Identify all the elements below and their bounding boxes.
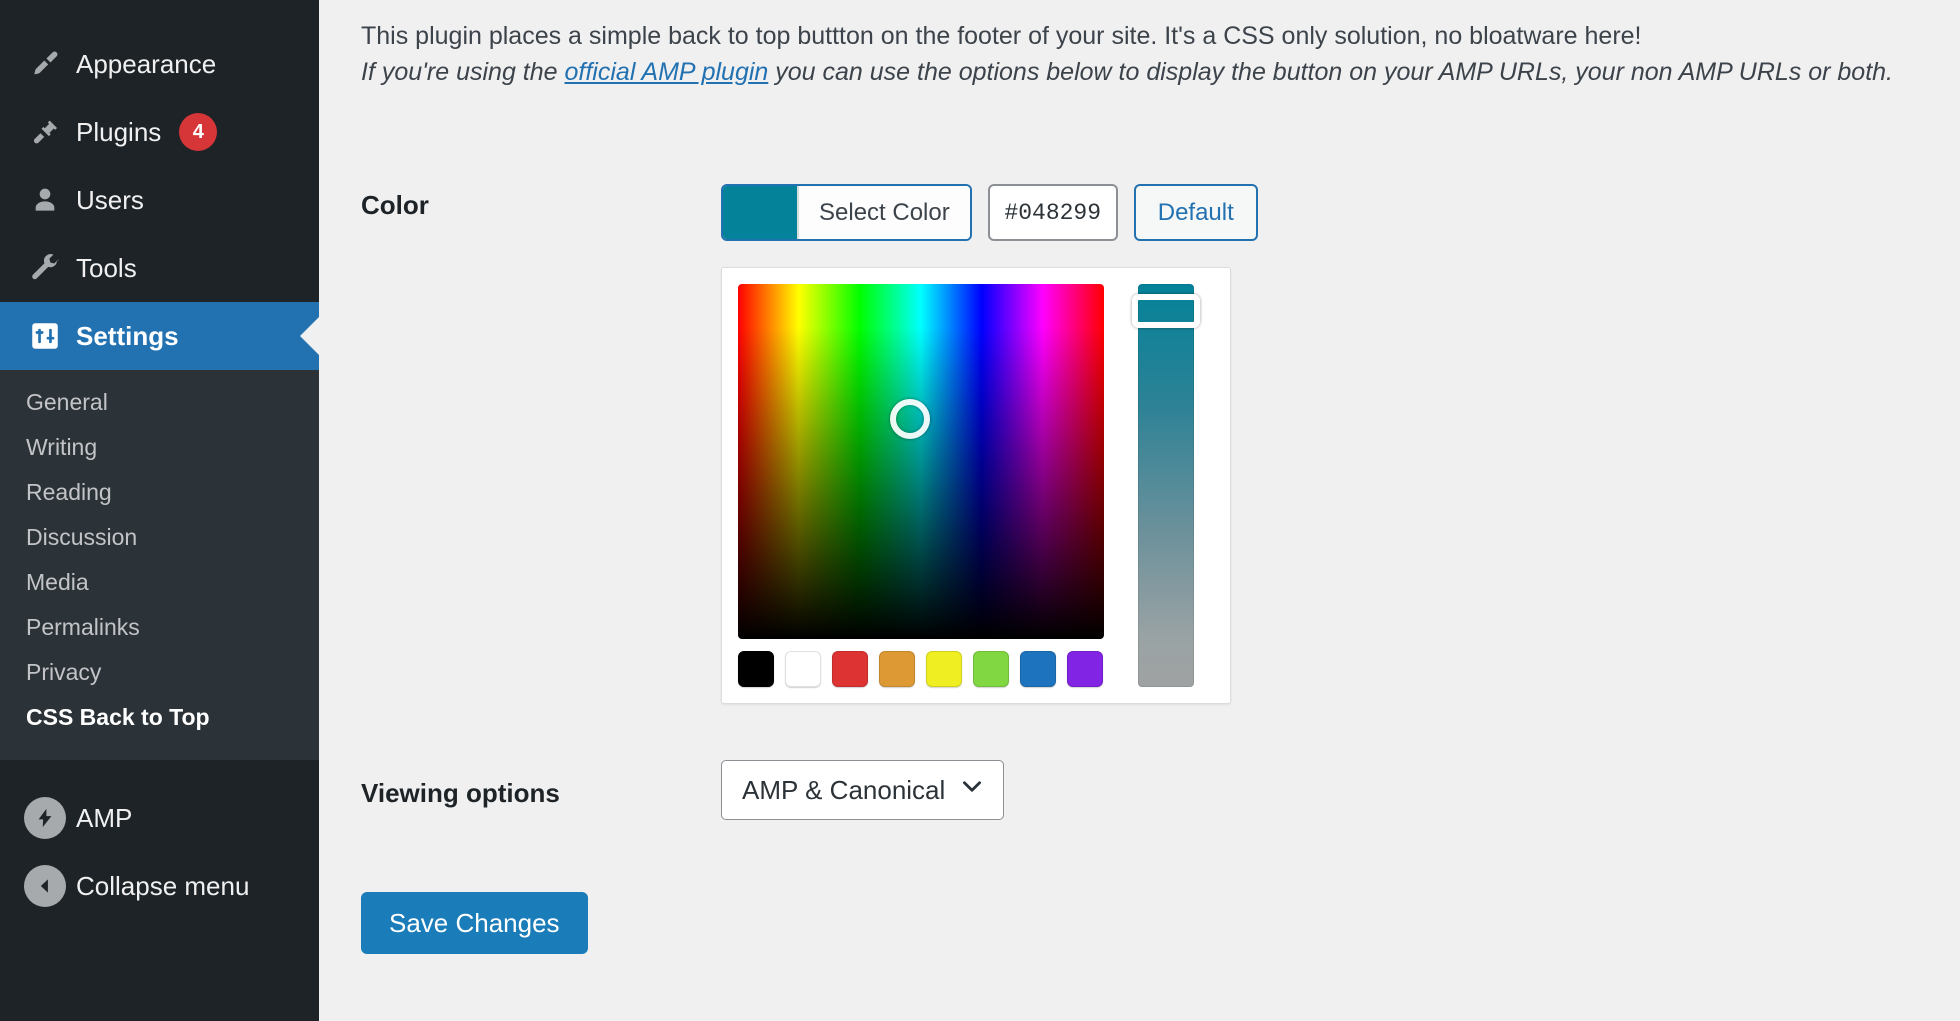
color-palette-swatches [738, 651, 1104, 687]
select-color-label: Select Color [797, 186, 970, 239]
palette-swatch-green[interactable] [973, 651, 1009, 687]
alpha-slider-handle[interactable] [1132, 294, 1200, 328]
sidebar-item-label: Plugins [76, 117, 161, 148]
active-menu-arrow [300, 316, 320, 356]
viewing-options-selected-value: AMP & Canonical [742, 775, 945, 806]
sidebar-item-label: Appearance [76, 49, 216, 80]
description-line-1: This plugin places a simple back to top … [361, 18, 1930, 54]
submenu-item-privacy[interactable]: Privacy [0, 650, 319, 695]
color-setting-row: Color Select Color Default [319, 184, 1960, 704]
official-amp-plugin-link[interactable]: official AMP plugin [565, 58, 769, 86]
color-controls: Select Color Default [721, 184, 1960, 241]
description-line-2-prefix: If you're using the [361, 58, 565, 86]
color-hex-input[interactable] [988, 184, 1118, 241]
submenu-item-writing[interactable]: Writing [0, 425, 319, 470]
description-line-2-suffix: you can use the options below to display… [768, 58, 1893, 86]
sidebar-item-label: Settings [76, 321, 179, 352]
lightning-bolt-icon [22, 797, 68, 839]
sliders-icon [22, 319, 68, 353]
user-icon [22, 184, 68, 216]
submenu-item-reading[interactable]: Reading [0, 470, 319, 515]
default-color-button[interactable]: Default [1134, 184, 1258, 241]
settings-page-content: This plugin places a simple back to top … [319, 0, 1960, 1021]
paintbrush-icon [22, 48, 68, 80]
sidebar-item-appearance[interactable]: Appearance [0, 30, 319, 98]
color-picker-panel [721, 267, 1231, 704]
submenu-item-permalinks[interactable]: Permalinks [0, 605, 319, 650]
palette-swatch-yellow[interactable] [926, 651, 962, 687]
viewing-options-label: Viewing options [361, 772, 721, 809]
admin-sidebar: Appearance Plugins 4 Users [0, 0, 319, 1021]
viewing-options-field: AMP & Canonical [721, 760, 1960, 820]
collapse-menu-button[interactable]: Collapse menu [0, 852, 319, 920]
submenu-item-media[interactable]: Media [0, 560, 319, 605]
color-label: Color [361, 184, 721, 221]
color-field: Select Color Default [721, 184, 1960, 704]
plugin-description: This plugin places a simple back to top … [319, 18, 1960, 90]
submenu-item-discussion[interactable]: Discussion [0, 515, 319, 560]
description-line-2: If you're using the official AMP plugin … [361, 54, 1930, 90]
chevron-down-icon [959, 774, 985, 807]
sidebar-item-label: AMP [76, 803, 132, 834]
sidebar-item-users[interactable]: Users [0, 166, 319, 234]
palette-swatch-red[interactable] [832, 651, 868, 687]
viewing-options-select[interactable]: AMP & Canonical [721, 760, 1004, 820]
sidebar-item-amp[interactable]: AMP [0, 784, 319, 852]
saturation-handle[interactable] [890, 399, 930, 439]
viewing-options-row: Viewing options AMP & Canonical [319, 760, 1960, 820]
sidebar-item-label: Collapse menu [76, 871, 249, 902]
picker-right-column [1104, 284, 1214, 687]
save-changes-button[interactable]: Save Changes [361, 892, 588, 954]
select-color-button[interactable]: Select Color [721, 184, 972, 241]
current-color-swatch [723, 186, 797, 239]
sidebar-item-label: Tools [76, 253, 137, 284]
palette-swatch-blue[interactable] [1020, 651, 1056, 687]
arrow-left-circle-icon [22, 865, 68, 907]
picker-left-column [738, 284, 1104, 687]
sidebar-item-label: Users [76, 185, 144, 216]
submenu-item-css-back-to-top[interactable]: CSS Back to Top [0, 695, 319, 740]
wrench-icon [22, 252, 68, 284]
sidebar-item-settings[interactable]: Settings [0, 302, 319, 370]
palette-swatch-purple[interactable] [1067, 651, 1103, 687]
sidebar-item-tools[interactable]: Tools [0, 234, 319, 302]
palette-swatch-orange[interactable] [879, 651, 915, 687]
save-button-wrapper: Save Changes [319, 892, 1960, 954]
plugins-update-badge: 4 [179, 113, 217, 151]
saturation-brightness-area[interactable] [738, 284, 1104, 639]
alpha-slider[interactable] [1138, 284, 1194, 687]
settings-submenu: General Writing Reading Discussion Media… [0, 370, 319, 760]
sidebar-item-plugins[interactable]: Plugins 4 [0, 98, 319, 166]
wordpress-admin-screen: Appearance Plugins 4 Users [0, 0, 1960, 1021]
palette-swatch-white[interactable] [785, 651, 821, 687]
sidebar-bottom-group: AMP Collapse menu [0, 784, 319, 920]
palette-swatch-black[interactable] [738, 651, 774, 687]
submenu-item-general[interactable]: General [0, 380, 319, 425]
plug-icon [22, 116, 68, 148]
